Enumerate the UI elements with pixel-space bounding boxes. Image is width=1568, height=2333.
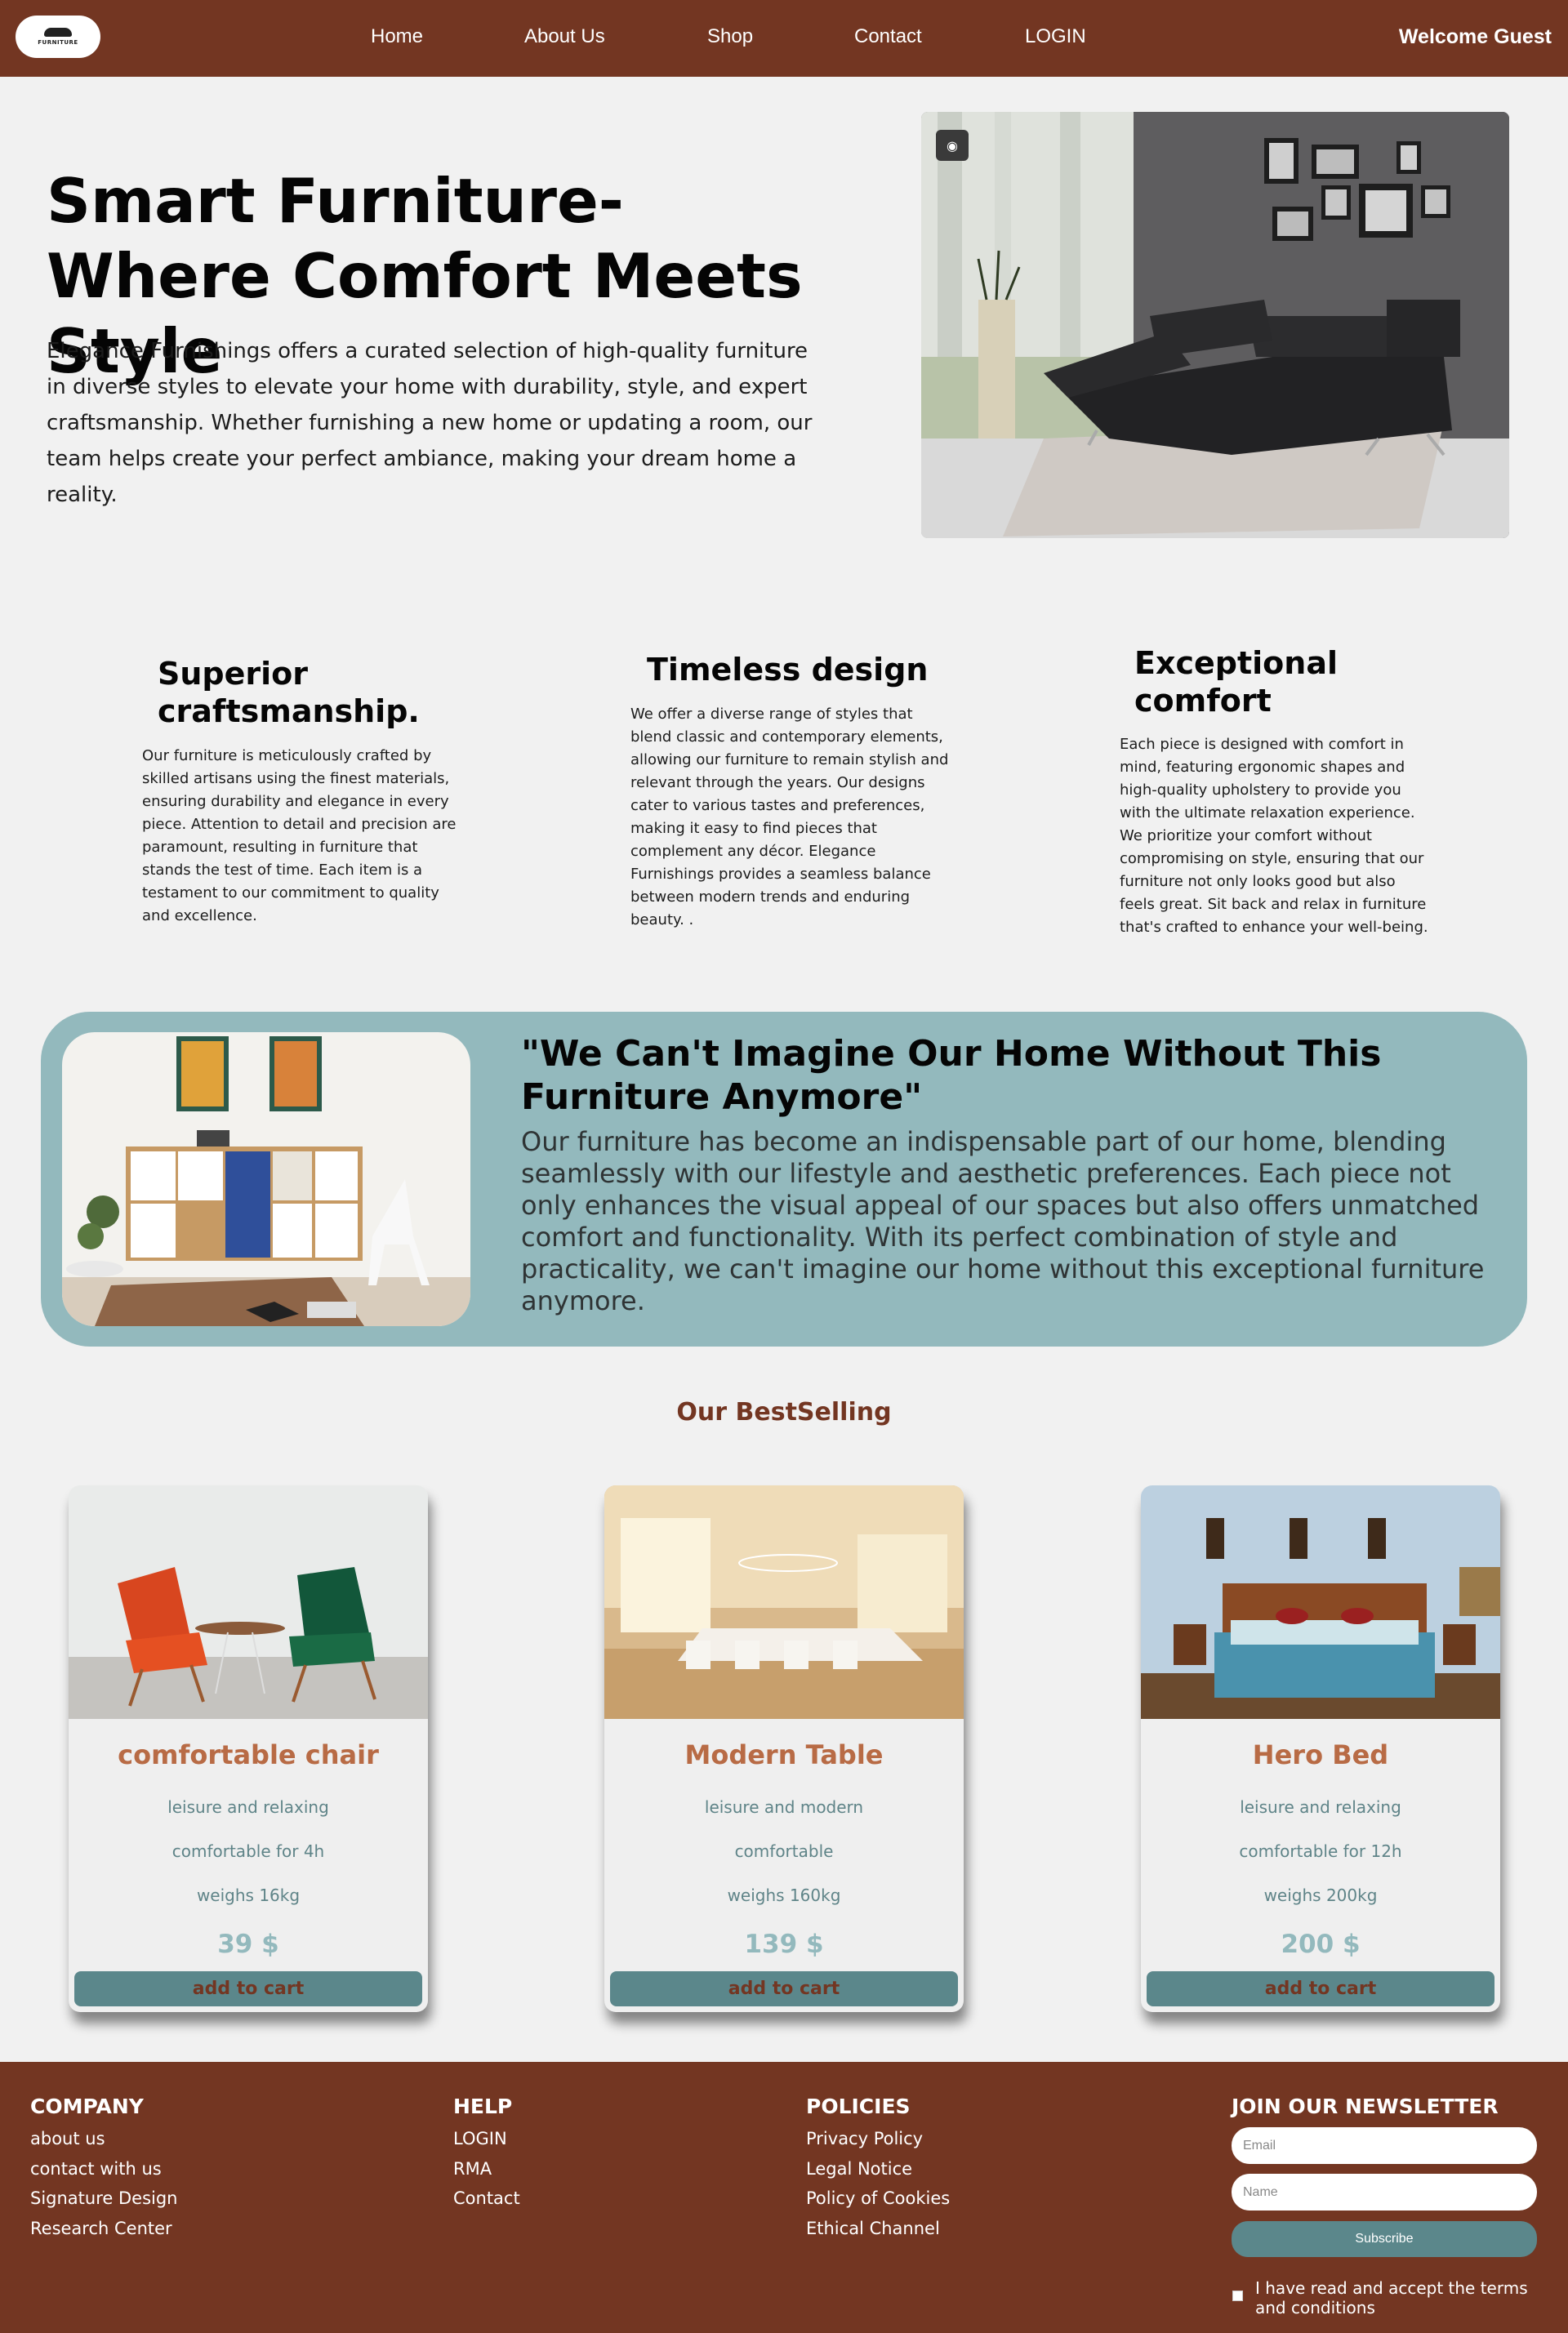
footer-link-cookies[interactable]: Policy of Cookies: [806, 2188, 950, 2208]
nav-about-us[interactable]: About Us: [524, 25, 605, 48]
top-nav: FURNITURE Home About Us Shop Contact LOG…: [0, 0, 1568, 77]
product-card-chair[interactable]: comfortable chair leisure and relaxing c…: [69, 1485, 428, 2012]
product-feature-3: weighs 200kg: [1263, 1886, 1378, 1905]
feature-text-craftsmanship: Our furniture is meticulously crafted by…: [142, 747, 457, 924]
product-price: 200 $: [1281, 1930, 1361, 1959]
footer-link-signature-design[interactable]: Signature Design: [30, 2188, 178, 2208]
living-room-image: [62, 1032, 470, 1326]
product-feature-1: leisure and relaxing: [167, 1797, 329, 1817]
footer-newsletter-title: JOIN OUR NEWSLETTER: [1232, 2095, 1499, 2118]
footer-link-privacy[interactable]: Privacy Policy: [806, 2129, 923, 2148]
feature-text-design: We offer a diverse range of styles that …: [630, 706, 949, 928]
footer-link-research-center[interactable]: Research Center: [30, 2219, 172, 2238]
sofa-logo-icon: [44, 28, 72, 37]
footer-link-contact-us[interactable]: contact with us: [30, 2159, 162, 2179]
newsletter-email-input[interactable]: [1232, 2127, 1537, 2164]
terms-label: I have read and accept the terms and con…: [1255, 2278, 1528, 2317]
nav-login[interactable]: LOGIN: [1025, 25, 1086, 48]
add-to-cart-button[interactable]: add to cart: [74, 1971, 422, 2006]
nav-contact[interactable]: Contact: [854, 25, 922, 48]
feature-title-craftsmanship: Superior craftsmanship.: [158, 656, 420, 729]
hero-sofa-image: ◉: [921, 112, 1509, 538]
terms-checkbox[interactable]: [1232, 2291, 1243, 2301]
footer-link-about[interactable]: about us: [30, 2129, 105, 2148]
footer: COMPANY about us contact with us Signatu…: [0, 2062, 1568, 2333]
welcome-text: Welcome Guest: [1398, 25, 1552, 48]
product-feature-2: comfortable: [734, 1841, 834, 1861]
logo-text: FURNITURE: [38, 39, 78, 46]
testimonial-section: "We Can't Imagine Our Home Without This …: [41, 1012, 1527, 1347]
newsletter-name-input[interactable]: [1232, 2174, 1537, 2211]
footer-link-ethical[interactable]: Ethical Channel: [806, 2219, 940, 2238]
product-feature-1: leisure and modern: [704, 1797, 864, 1817]
testimonial-text: Our furniture has become an indispensabl…: [521, 1126, 1485, 1316]
add-to-cart-button[interactable]: add to cart: [610, 1971, 958, 2006]
footer-help-title: HELP: [453, 2095, 513, 2118]
product-price: 39 $: [217, 1930, 279, 1959]
add-to-cart-button[interactable]: add to cart: [1147, 1971, 1494, 2006]
product-feature-1: leisure and relaxing: [1240, 1797, 1401, 1817]
table-image: [604, 1485, 964, 1719]
chair-image: [69, 1485, 428, 1719]
product-name[interactable]: Modern Table: [604, 1739, 964, 1770]
product-price: 139 $: [744, 1930, 824, 1959]
bed-image: [1141, 1485, 1500, 1719]
camera-icon[interactable]: ◉: [936, 130, 969, 161]
footer-policies-title: POLICIES: [806, 2095, 911, 2118]
feature-text-comfort: Each piece is designed with comfort in m…: [1120, 736, 1428, 936]
product-feature-2: comfortable for 4h: [172, 1841, 325, 1861]
feature-title-comfort: Exceptional comfort: [1134, 645, 1338, 719]
footer-link-contact[interactable]: Contact: [453, 2188, 520, 2208]
logo[interactable]: FURNITURE: [16, 16, 100, 58]
footer-company-title: COMPANY: [30, 2095, 144, 2118]
footer-link-rma[interactable]: RMA: [453, 2159, 492, 2179]
nav-home[interactable]: Home: [371, 25, 423, 48]
testimonial-title: "We Can't Imagine Our Home Without This …: [521, 1033, 1382, 1118]
nav-shop[interactable]: Shop: [707, 25, 753, 48]
subscribe-button[interactable]: Subscribe: [1232, 2221, 1537, 2257]
footer-link-login[interactable]: LOGIN: [453, 2129, 507, 2148]
product-feature-2: comfortable for 12h: [1239, 1841, 1402, 1861]
bestselling-title: Our BestSelling: [676, 1398, 892, 1427]
product-card-bed[interactable]: Hero Bed leisure and relaxing comfortabl…: [1141, 1485, 1500, 2012]
hero-text: Elegance Furnishings offers a curated se…: [47, 339, 813, 507]
product-card-table[interactable]: Modern Table leisure and modern comforta…: [604, 1485, 964, 2012]
product-feature-3: weighs 160kg: [727, 1886, 841, 1905]
product-name[interactable]: comfortable chair: [69, 1739, 428, 1770]
product-name[interactable]: Hero Bed: [1141, 1739, 1500, 1770]
product-feature-3: weighs 16kg: [196, 1886, 301, 1905]
footer-link-legal[interactable]: Legal Notice: [806, 2159, 912, 2179]
feature-title-design: Timeless design: [647, 652, 929, 688]
